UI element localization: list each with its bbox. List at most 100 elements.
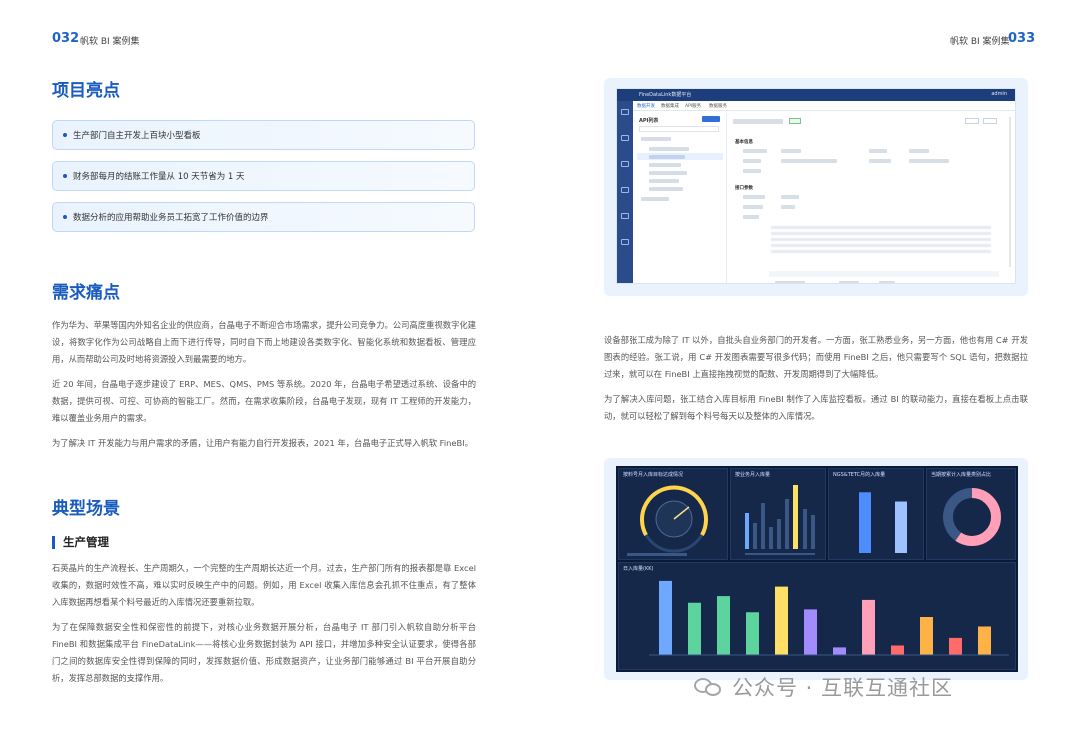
fdl-api-tree: API列表: [635, 113, 727, 283]
fdl-tabs: 数据开发 数据集成 API服务 数据服务: [633, 101, 1015, 111]
section-scenarios-title: 典型场景: [52, 499, 120, 519]
bar: [891, 645, 904, 655]
daily-inbound-panel: 日入库量(KK): [618, 562, 1016, 670]
bullet-dot-icon: [63, 174, 67, 178]
daily-inbound-chart: [649, 580, 1009, 656]
field-blur: [869, 149, 887, 153]
bar: [717, 596, 730, 655]
bar: [895, 501, 907, 553]
paragraph: 为了解决入库问题，张工结合入库目标用 FineBI 制作了入库监控看板。通过 B…: [604, 394, 1028, 421]
tree-row: [649, 171, 687, 175]
section-highlights-title: 项目亮点: [52, 81, 120, 101]
bar: [859, 492, 871, 553]
blurred-sql: [771, 223, 991, 253]
paragraph: 为了解决 IT 开发能力与用户需求的矛盾，让用户有能力自行开发报表，2021 年…: [52, 438, 473, 448]
highlight-item: 数据分析的应用帮助业务员工拓宽了工作价值的边界: [52, 202, 475, 232]
tree-row: [649, 187, 683, 191]
right-page-number: 033: [1008, 31, 1036, 46]
tree-row: [649, 147, 689, 151]
wechat-icon: [694, 676, 724, 698]
dev-icon: [621, 135, 629, 141]
fdl-screenshot: FineDataLink数据平台 admin 数据开发 数据集成 API服务 数…: [604, 78, 1028, 296]
fdl-detail: 基本信息 接口参数: [729, 113, 1011, 283]
integrate-icon: [621, 161, 629, 167]
field-blur: [781, 149, 801, 153]
highlight-item: 财务部每月的结账工作量从 10 天节省为 1 天: [52, 161, 475, 191]
bar: [688, 602, 701, 655]
tree-search-input: [639, 126, 719, 132]
tree-row: [649, 163, 681, 167]
tree-row: [649, 179, 679, 183]
highlight-text: 财务部每月的结账工作量从 10 天节省为 1 天: [73, 172, 245, 182]
tab: 数据开发: [637, 104, 655, 109]
bar: [746, 612, 759, 655]
tree-row: [641, 137, 671, 141]
stacked-bar-panel: 按业务月入库量: [730, 468, 826, 560]
tree-row: [649, 155, 685, 159]
field-blur: [781, 205, 795, 209]
bar-panel-chart: [859, 492, 907, 553]
fdl-sidebar: [617, 101, 633, 283]
action-pill: [983, 118, 997, 124]
bullet-dot-icon: [63, 133, 67, 137]
tab: 数据集成: [661, 104, 679, 109]
scrollbar: [1009, 117, 1011, 267]
service-icon: [621, 213, 629, 219]
home-icon: [621, 109, 629, 115]
fdl-top-bar: FineDataLink数据平台 admin: [617, 89, 1015, 101]
tree-header: API列表: [639, 118, 659, 124]
bullet-dot-icon: [63, 215, 67, 219]
gauge-panel: 按料号月入库目标达成情况: [618, 468, 728, 560]
paragraph: 设备部张工成为除了 IT 以外，自批头自业务部门的开发者。一方面，张工熟悉业务，…: [604, 335, 1028, 379]
bar: [978, 626, 991, 655]
field-blur: [743, 215, 759, 219]
highlight-item: 生产部门自主开发上百块小型看板: [52, 120, 475, 150]
left-page-number: 032: [52, 31, 80, 46]
bar: [833, 647, 846, 655]
subsection-title: 生产管理: [52, 536, 109, 549]
setting-icon: [621, 239, 629, 245]
bar-panel: NGS&TETC月的入库量: [828, 468, 924, 560]
paragraph: 作为华为、苹果等国内外知名企业的供应商，台晶电子不断迎合市场需求，提升公司竞争力…: [52, 320, 476, 364]
mini-bars: [745, 485, 815, 555]
paragraph: 石英晶片的生产流程长、生产周期久，一个完整的生产周期长达近一个月。过去，生产部门…: [52, 563, 476, 607]
field-blur: [869, 159, 891, 163]
field-blur: [743, 159, 761, 163]
bar: [920, 617, 933, 655]
right-page-brand: 帆软 BI 案例集: [950, 37, 1010, 47]
field-blur: [743, 195, 765, 199]
wechat-watermark: 公众号 · 互联互通社区: [694, 672, 953, 702]
field-blur: [839, 281, 859, 283]
paragraph: 近 20 年间，台晶电子逐步建设了 ERP、MES、QMS、PMS 等系统。20…: [52, 379, 476, 423]
bar: [775, 586, 788, 655]
field-blur: [909, 149, 929, 153]
field-blur: [775, 281, 805, 283]
field-blur: [879, 281, 895, 283]
api-name-blur: [733, 119, 783, 124]
param-table-header: [769, 271, 999, 277]
status-tag: [789, 118, 801, 124]
donut-chart: [943, 488, 1001, 546]
bar: [862, 599, 875, 655]
fdl-user: admin: [991, 91, 1007, 97]
tab: 数据服务: [709, 104, 727, 109]
tab: API服务: [685, 104, 702, 109]
bar: [659, 580, 672, 655]
field-blur: [743, 149, 767, 153]
paragraph: 为了在保障数据安全性和保密性的前提下，对核心业务数据开展分析，台晶电子 IT 部…: [52, 622, 476, 683]
bar: [804, 609, 817, 655]
fdl-window: FineDataLink数据平台 admin 数据开发 数据集成 API服务 数…: [616, 88, 1016, 284]
dashboard-screenshot: 按料号月入库目标达成情况 按业务月入库量 NGS&TETC月的入库量 当期按累计…: [604, 458, 1028, 680]
left-page-brand: 帆软 BI 案例集: [80, 37, 140, 47]
bar: [949, 637, 962, 655]
new-api-button: [702, 116, 720, 122]
field-blur: [743, 205, 763, 209]
action-pill: [965, 118, 979, 124]
field-blur: [743, 169, 761, 173]
donut-panel: 当期按累计入库量类别占比: [926, 468, 1016, 560]
highlight-text: 数据分析的应用帮助业务员工拓宽了工作价值的边界: [73, 213, 269, 223]
watermark-text: 公众号 · 互联互通社区: [732, 676, 954, 700]
field-blur: [781, 195, 799, 199]
api-icon: [621, 187, 629, 193]
field-blur: [909, 159, 949, 163]
